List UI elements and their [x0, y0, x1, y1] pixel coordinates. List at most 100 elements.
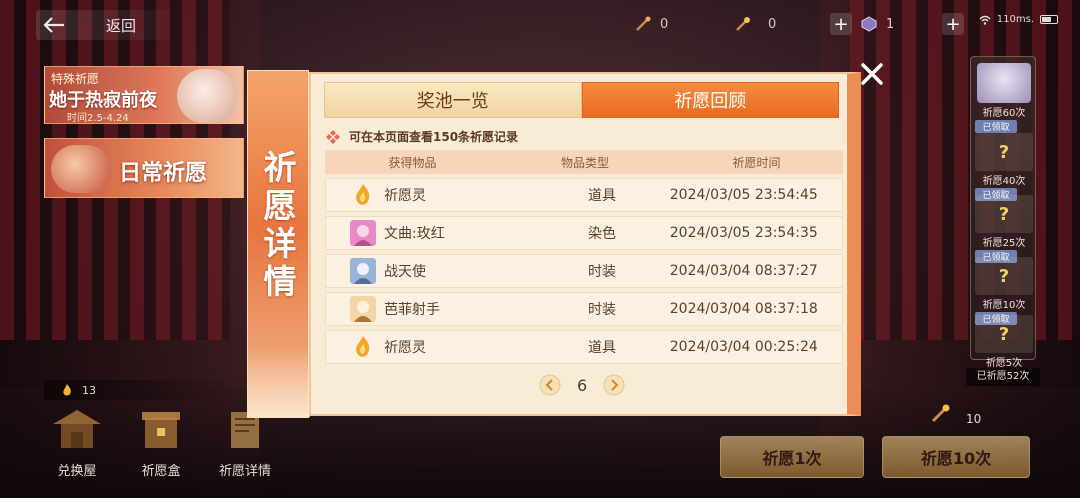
- nav-wish-box-label: 祈愿盒: [141, 464, 181, 479]
- flame-icon: [356, 184, 370, 205]
- battery-icon: [1040, 15, 1058, 24]
- scepter-icon: [736, 17, 750, 31]
- resource-2: 0: [734, 12, 776, 36]
- status-bar: 110ms.: [979, 14, 1058, 25]
- background-banners-right: [850, 0, 1080, 340]
- back-label: 返回: [106, 16, 137, 35]
- wish-time: 2024/03/04 08:37:18: [669, 301, 818, 317]
- wish-ten-button[interactable]: 祈愿10次: [882, 436, 1030, 478]
- coin-count-value: 13: [82, 383, 96, 397]
- wish-details-dialog: 奖池一览 祈愿回顾 可在本页面查看150条祈愿记录 获得物品 物品类型 祈愿时间…: [309, 72, 861, 416]
- header-type: 物品类型: [560, 155, 609, 170]
- flame-icon: [63, 384, 71, 396]
- table-row: 祈愿灵 道具 2024/03/05 23:54:45: [325, 178, 843, 212]
- table-header: 获得物品 物品类型 祈愿时间: [325, 150, 843, 174]
- info-text: 可在本页面查看150条祈愿记录: [349, 130, 519, 144]
- mystery-reward-box: ?: [975, 315, 1033, 353]
- resource-1: 0: [634, 12, 668, 36]
- nav-exchange-house[interactable]: 兑换屋: [44, 404, 110, 479]
- milestone-label: 祈愿60次: [982, 108, 1026, 119]
- wish-time: 2024/03/05 23:54:35: [669, 225, 818, 241]
- mystery-reward-box: ?: [975, 195, 1033, 233]
- gem-cube-icon: [861, 16, 877, 32]
- milestone-label: 祈愿10次: [982, 300, 1026, 311]
- item-name: 芭菲射手: [384, 302, 440, 318]
- item-name: 祈愿灵: [384, 188, 426, 204]
- wish-cost: 10: [966, 412, 982, 426]
- table-row: 战天使 时装 2024/03/04 08:37:27: [325, 254, 843, 288]
- item-type: 道具: [588, 340, 617, 356]
- resource-2-value: 0: [768, 16, 777, 32]
- next-page-icon[interactable]: [603, 374, 625, 396]
- wand-icon: [636, 16, 651, 31]
- tab-wish-history[interactable]: 祈愿回顾: [581, 82, 839, 118]
- resource-3-value: 1: [886, 16, 895, 32]
- item-type: 道具: [588, 188, 617, 204]
- record-list: 祈愿灵 道具 2024/03/05 23:54:45 文曲:玫红 染色 2024…: [325, 178, 843, 368]
- prev-page-icon[interactable]: [539, 374, 561, 396]
- header-item: 获得物品: [388, 155, 437, 170]
- back-arrow-icon: [43, 17, 64, 33]
- pavilion-icon: [53, 410, 101, 448]
- banner-character-art: [177, 69, 237, 123]
- character-avatar-icon: [350, 296, 376, 322]
- total-wish-count: 已祈愿52次: [966, 368, 1040, 386]
- dialog-side-ribbon: 祈愿详情: [247, 70, 310, 418]
- table-row: 祈愿灵 道具 2024/03/04 00:25:24: [325, 330, 843, 364]
- nav-wish-box[interactable]: 祈愿盒: [128, 404, 194, 479]
- pagination: 6: [539, 374, 625, 396]
- diamond-cluster-icon: [326, 129, 340, 144]
- top-bar: 返回 0 0 + 1 + 110ms.: [0, 0, 1080, 50]
- milestone-label: 祈愿40次: [982, 176, 1026, 187]
- wish-once-button[interactable]: 祈愿1次: [720, 436, 864, 478]
- add-resource-button[interactable]: +: [830, 13, 852, 35]
- wifi-icon: [979, 15, 991, 25]
- resource-4: +: [942, 12, 972, 36]
- special-wish-banner[interactable]: 特殊祈愿 她于热寂前夜 时间2.5-4.24: [44, 66, 244, 124]
- mystery-reward-box: ?: [975, 133, 1033, 171]
- banner-character-art: [51, 145, 111, 193]
- network-latency: 110ms.: [996, 14, 1034, 25]
- special-wish-tag: 特殊祈愿: [51, 72, 100, 86]
- add-currency-button[interactable]: +: [942, 13, 964, 35]
- daily-wish-banner[interactable]: 日常祈愿: [44, 138, 244, 198]
- wish-time: 2024/03/05 23:54:45: [669, 187, 818, 203]
- close-icon[interactable]: [858, 60, 886, 88]
- flame-icon: [356, 336, 370, 357]
- tab-prize-pool[interactable]: 奖池一览: [324, 82, 582, 118]
- current-page: 6: [577, 375, 588, 395]
- milestone-5[interactable]: ? 祈愿5次: [975, 315, 1033, 369]
- wish-spirit-count: 13: [44, 380, 244, 400]
- scepter-icon: [931, 404, 950, 423]
- mystery-reward-box: ?: [975, 257, 1033, 295]
- table-row: 芭菲射手 时装 2024/03/04 08:37:18: [325, 292, 843, 326]
- wish-time: 2024/03/04 00:25:24: [669, 339, 818, 355]
- item-type: 时装: [588, 302, 617, 318]
- ribbon-decoration: [248, 347, 310, 417]
- milestone-60[interactable]: 祈愿60次 已领取: [975, 59, 1033, 133]
- back-button[interactable]: 返回: [36, 10, 171, 40]
- milestone-25[interactable]: ? 祈愿25次 已领取: [975, 195, 1033, 263]
- character-avatar-icon: [350, 258, 376, 284]
- special-wish-dates: 时间2.5-4.24: [67, 113, 129, 124]
- item-type: 染色: [588, 226, 617, 242]
- nav-wish-details-label: 祈愿详情: [218, 464, 271, 479]
- bottom-nav: 兑换屋 祈愿盒 祈愿详情: [44, 404, 278, 479]
- wish-box-icon: [142, 412, 180, 448]
- item-name: 文曲:玫红: [384, 226, 445, 242]
- info-line: 可在本页面查看150条祈愿记录: [325, 128, 518, 145]
- resource-3: + 1: [830, 12, 894, 36]
- milestone-label: 祈愿5次: [985, 358, 1023, 369]
- character-avatar-icon: [350, 220, 376, 246]
- wish-time: 2024/03/04 08:37:27: [669, 263, 818, 279]
- dialog-tabs: 奖池一览 祈愿回顾: [324, 82, 839, 118]
- dialog-side-title: 祈愿详情: [263, 148, 297, 301]
- item-name: 祈愿灵: [384, 340, 426, 356]
- item-type: 时装: [588, 264, 617, 280]
- milestone-reward-avatar: [977, 63, 1031, 103]
- daily-wish-title: 日常祈愿: [119, 161, 208, 186]
- milestone-label: 祈愿25次: [982, 238, 1026, 249]
- table-row: 文曲:玫红 染色 2024/03/05 23:54:35: [325, 216, 843, 250]
- milestone-40[interactable]: ? 祈愿40次 已领取: [975, 133, 1033, 201]
- item-name: 战天使: [384, 264, 426, 280]
